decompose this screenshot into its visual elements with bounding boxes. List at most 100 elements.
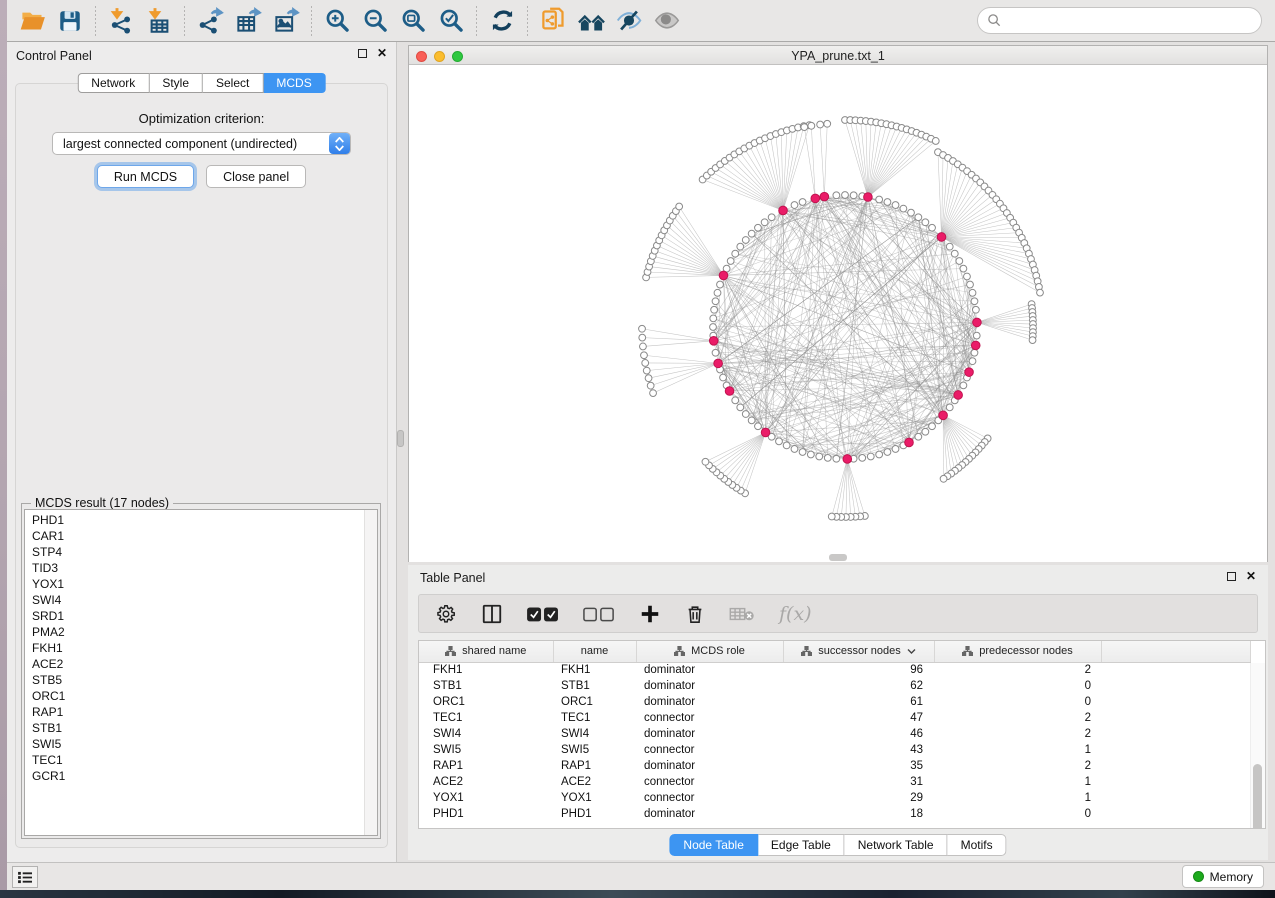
mcds-node[interactable] [709, 336, 718, 345]
table-row[interactable]: ACE2ACE2connector311 [419, 774, 1251, 790]
column-header-successor-nodes[interactable]: successor nodes [783, 641, 934, 662]
graph-node[interactable] [892, 202, 899, 209]
close-panel-icon[interactable]: ✕ [1246, 571, 1256, 581]
graph-node[interactable] [783, 442, 790, 449]
graph-node[interactable] [817, 121, 824, 128]
mcds-result-item[interactable]: SRD1 [25, 608, 363, 624]
mcds-result-item[interactable]: ORC1 [25, 688, 363, 704]
graph-node[interactable] [808, 122, 815, 129]
graph-node[interactable] [710, 324, 717, 331]
table-scrollbar-thumb[interactable] [1253, 764, 1262, 829]
zoom-in-icon[interactable] [320, 4, 354, 38]
graph-node[interactable] [711, 306, 718, 313]
mcds-node[interactable] [905, 438, 914, 447]
graph-node[interactable] [922, 428, 929, 435]
graph-node[interactable] [969, 358, 976, 365]
table-row[interactable]: SWI5SWI5connector431 [419, 742, 1251, 758]
graph-node[interactable] [712, 298, 719, 305]
graph-node[interactable] [742, 237, 749, 244]
tab-edge-table[interactable]: Edge Table [758, 834, 845, 856]
mcds-result-item[interactable]: SWI4 [25, 592, 363, 608]
mcds-node[interactable] [843, 455, 852, 464]
table-row[interactable]: RAP1RAP1dominator352 [419, 758, 1251, 774]
apply-layout-icon[interactable] [485, 4, 519, 38]
mcds-node[interactable] [725, 387, 734, 396]
graph-node[interactable] [946, 243, 953, 250]
mcds-result-item[interactable]: GCR1 [25, 768, 363, 784]
graph-node[interactable] [761, 219, 768, 226]
close-panel-icon[interactable]: ✕ [377, 48, 387, 58]
graph-node[interactable] [956, 258, 963, 265]
tab-node-table[interactable]: Node Table [669, 834, 758, 856]
graph-node[interactable] [799, 449, 806, 456]
import-table-icon[interactable] [142, 4, 176, 38]
graph-node[interactable] [647, 382, 654, 389]
mcds-result-item[interactable]: YOX1 [25, 576, 363, 592]
zoom-fit-icon[interactable] [396, 4, 430, 38]
graph-node[interactable] [727, 258, 734, 265]
mcds-list-scrollbar[interactable] [364, 510, 377, 835]
show-panels-list-icon[interactable] [12, 866, 38, 888]
graph-node[interactable] [859, 454, 866, 461]
graph-node[interactable] [915, 214, 922, 221]
tab-select[interactable]: Select [203, 73, 263, 93]
graph-node[interactable] [929, 224, 936, 231]
search-input[interactable] [1002, 14, 1261, 28]
graph-node[interactable] [922, 219, 929, 226]
graph-node[interactable] [791, 446, 798, 453]
graph-node[interactable] [940, 475, 947, 482]
graph-node[interactable] [884, 199, 891, 206]
mcds-result-item[interactable]: STP4 [25, 544, 363, 560]
network-hscrollbar-thumb[interactable] [829, 554, 847, 561]
graph-node[interactable] [732, 250, 739, 257]
table-row[interactable]: YOX1YOX1connector291 [419, 790, 1251, 806]
table-row[interactable]: PHD1PHD1dominator180 [419, 806, 1251, 822]
memory-button[interactable]: Memory [1182, 865, 1264, 888]
hide-selected-icon[interactable] [612, 4, 646, 38]
mcds-node[interactable] [719, 271, 728, 280]
graph-node[interactable] [714, 289, 721, 296]
tab-network-table[interactable]: Network Table [845, 834, 948, 856]
mcds-node[interactable] [811, 194, 820, 203]
graph-node[interactable] [710, 315, 717, 322]
mcds-result-item[interactable]: PMA2 [25, 624, 363, 640]
mcds-node[interactable] [954, 391, 963, 400]
import-network-icon[interactable] [104, 4, 138, 38]
column-header-predecessor-nodes[interactable]: predecessor nodes [934, 641, 1101, 662]
graph-node[interactable] [776, 438, 783, 445]
graph-node[interactable] [717, 281, 724, 288]
network-window-titlebar[interactable]: YPA_prune.txt_1 [409, 46, 1267, 65]
graph-node[interactable] [969, 289, 976, 296]
graph-node[interactable] [964, 273, 971, 280]
mcds-result-item[interactable]: SWI5 [25, 736, 363, 752]
graph-node[interactable] [755, 423, 762, 430]
column-header-name[interactable]: name [553, 641, 636, 662]
tab-style[interactable]: Style [149, 73, 203, 93]
graph-node[interactable] [748, 230, 755, 237]
graph-node[interactable] [742, 411, 749, 418]
graph-node[interactable] [1029, 337, 1036, 344]
mcds-node[interactable] [820, 192, 829, 201]
mcds-result-item[interactable]: TEC1 [25, 752, 363, 768]
tab-motifs[interactable]: Motifs [948, 834, 1007, 856]
graph-node[interactable] [960, 382, 967, 389]
deselect-all-icon[interactable] [583, 601, 615, 627]
column-header-MCDS-role[interactable]: MCDS role [636, 641, 783, 662]
select-all-check-icon[interactable] [527, 601, 559, 627]
graph-node[interactable] [900, 205, 907, 212]
table-row[interactable]: SWI4SWI4dominator462 [419, 726, 1251, 742]
table-scrollbar-track[interactable] [1250, 663, 1265, 828]
graph-node[interactable] [951, 250, 958, 257]
mcds-node[interactable] [779, 206, 788, 215]
graph-node[interactable] [768, 214, 775, 221]
graph-node[interactable] [960, 265, 967, 272]
mcds-node[interactable] [939, 411, 948, 420]
mcds-result-item[interactable]: ACE2 [25, 656, 363, 672]
mcds-node[interactable] [973, 318, 982, 327]
mcds-node[interactable] [761, 428, 770, 437]
show-column-panel-icon[interactable] [481, 601, 503, 627]
graph-node[interactable] [641, 352, 648, 359]
graph-node[interactable] [645, 375, 652, 382]
mcds-result-item[interactable]: STB5 [25, 672, 363, 688]
graph-node[interactable] [850, 192, 857, 199]
